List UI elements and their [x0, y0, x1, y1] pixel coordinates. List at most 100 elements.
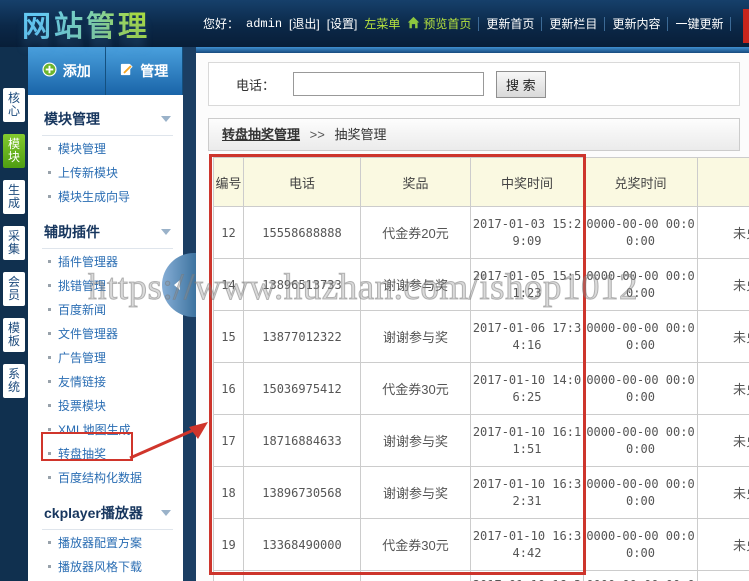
- cell-prize: 谢谢参与奖: [360, 258, 471, 311]
- table-header-row: 编号 电话 奖品 中奖时间 兑奖时间: [213, 157, 749, 207]
- sidebar-item[interactable]: 播放器风格下载: [28, 554, 183, 578]
- sidebar-item[interactable]: 播放器配置方案: [28, 530, 183, 554]
- breadcrumb: 转盘抽奖管理 >> 抽奖管理: [208, 118, 740, 151]
- vertical-tab[interactable]: 系统: [3, 364, 25, 398]
- sidebar-item[interactable]: 上传新模块: [28, 160, 183, 184]
- cell-status: 未兑奖: [697, 466, 749, 519]
- bullet-icon: [48, 259, 51, 263]
- phone-search-input[interactable]: [293, 72, 485, 96]
- admin-screen: 网站管理 您好： admin [退出] [设置] 左菜单 预览首页 更新首页 更…: [0, 0, 749, 581]
- search-button[interactable]: 搜 索: [496, 70, 546, 98]
- sidebar-item[interactable]: 百度结构化数据: [28, 465, 183, 489]
- one-click-update-link[interactable]: 一键更新: [675, 15, 723, 32]
- sidebar-item[interactable]: 模块管理: [28, 136, 183, 160]
- cell-phone: 13877012322: [243, 310, 361, 363]
- column-header: 兑奖时间: [583, 157, 698, 207]
- cell-win: 2017-01-10 16:11:51: [470, 414, 584, 467]
- cell-status: 未兑奖: [697, 310, 749, 363]
- lottery-table: 编号 电话 奖品 中奖时间 兑奖时间 12 15558688888 代金券20元 2017-0…: [213, 157, 749, 581]
- column-header: [697, 157, 749, 207]
- sidebar-item[interactable]: XML地图生成: [28, 417, 183, 441]
- arrow-left-icon: [174, 280, 180, 290]
- update-column-link[interactable]: 更新栏目: [549, 15, 597, 32]
- top-navigation: 您好： admin [退出] [设置] 左菜单 预览首页 更新首页 更新栏目 更…: [203, 0, 732, 47]
- vertical-tab[interactable]: 会员: [3, 272, 25, 306]
- sidebar-item[interactable]: 转盘抽奖: [28, 441, 183, 465]
- search-panel: 电话： 搜 索: [208, 62, 740, 106]
- cell-prize: [360, 570, 471, 581]
- table-row: 16 15036975412 代金券30元 2017-01-10 14:06:25 00…: [213, 362, 749, 415]
- cell-id: 16: [213, 362, 244, 415]
- cell-win: 2017-01-03 15:29:09: [470, 206, 584, 259]
- sidebar-item[interactable]: 广告管理: [28, 345, 183, 369]
- sidebar-item[interactable]: 文件管理器: [28, 321, 183, 345]
- plus-icon: [42, 62, 57, 80]
- cell-win: 2017-01-10 16:3: [470, 570, 584, 581]
- cell-redeem: 0000-00-00 00:00:00: [583, 206, 698, 259]
- vertical-tab-strip: 核心模块生成采集会员模板系统: [0, 47, 28, 581]
- sidebar-section-title[interactable]: ckplayer播放器: [42, 497, 173, 530]
- logout-link[interactable]: [退出]: [289, 15, 320, 32]
- topbar: 网站管理 您好： admin [退出] [设置] 左菜单 预览首页 更新首页 更…: [0, 0, 749, 47]
- cell-status: 未兑奖: [697, 362, 749, 415]
- breadcrumb-parent[interactable]: 转盘抽奖管理: [222, 127, 300, 142]
- cell-id: 17: [213, 414, 244, 467]
- cell-phone: 13896730568: [243, 466, 361, 519]
- sidebar-section-title[interactable]: 辅助插件: [42, 216, 173, 249]
- table-row: 18 13896730568 谢谢参与奖 2017-01-10 16:32:31 000…: [213, 466, 749, 519]
- cell-phone: 15558688888: [243, 206, 361, 259]
- bullet-icon: [48, 331, 51, 335]
- table-row: 14 13896513733 谢谢参与奖 2017-01-05 15:51:23 000…: [213, 258, 749, 311]
- update-content-link[interactable]: 更新内容: [612, 15, 660, 32]
- update-home-link[interactable]: 更新首页: [486, 15, 534, 32]
- bullet-icon: [48, 194, 51, 198]
- bullet-icon: [48, 379, 51, 383]
- phone-search-label: 电话：: [236, 77, 276, 93]
- vertical-tab[interactable]: 模块: [3, 134, 25, 168]
- cell-status: 未兑奖: [697, 518, 749, 571]
- bullet-icon: [48, 540, 51, 544]
- cell-prize: 代金券30元: [360, 518, 471, 571]
- pencil-icon: [119, 62, 134, 80]
- vertical-tab[interactable]: 生成: [3, 180, 25, 214]
- cell-id: 14: [213, 258, 244, 311]
- vertical-tab[interactable]: 模板: [3, 318, 25, 352]
- breadcrumb-separator: >>: [309, 127, 325, 142]
- nav-divider: [478, 16, 480, 31]
- home-icon: [407, 16, 420, 32]
- vertical-tab[interactable]: 核心: [3, 88, 25, 122]
- bullet-icon: [48, 355, 51, 359]
- cell-phone: 18716884633: [243, 414, 361, 467]
- sidebar-item[interactable]: 百度新闻: [28, 297, 183, 321]
- cell-phone: 13896513733: [243, 258, 361, 311]
- cell-win: 2017-01-10 16:34:42: [470, 518, 584, 571]
- bullet-icon: [48, 307, 51, 311]
- vertical-tab[interactable]: 采集: [3, 226, 25, 260]
- nav-divider: [604, 16, 606, 31]
- sidebar-section-title[interactable]: 模块管理: [42, 103, 173, 136]
- sidebar-item[interactable]: 挑错管理: [28, 273, 183, 297]
- cell-win: 2017-01-10 14:06:25: [470, 362, 584, 415]
- bullet-icon: [48, 564, 51, 568]
- tab-add[interactable]: 添加: [28, 47, 106, 95]
- column-header: 电话: [243, 157, 361, 207]
- sidebar-item[interactable]: 友情链接: [28, 369, 183, 393]
- sidebar-item[interactable]: 模块生成向导: [28, 184, 183, 208]
- preview-home-group[interactable]: 预览首页: [407, 15, 471, 32]
- main-content: 电话： 搜 索 转盘抽奖管理 >> 抽奖管理 编号 电话 奖品 中奖时间 兑奖时间 12…: [196, 47, 749, 581]
- table-row: 15 13877012322 谢谢参与奖 2017-01-06 17:34:16 000…: [213, 310, 749, 363]
- cell-prize: 代金券30元: [360, 362, 471, 415]
- settings-link[interactable]: [设置]: [327, 15, 358, 32]
- caret-down-icon: [161, 510, 171, 516]
- sidebar-item[interactable]: 插件管理器: [28, 249, 183, 273]
- tab-manage[interactable]: 管理: [106, 47, 183, 95]
- bullet-icon: [48, 170, 51, 174]
- content-top-strip: [196, 47, 749, 53]
- sidebar-item[interactable]: 投票模块: [28, 393, 183, 417]
- preview-home-link[interactable]: 预览首页: [423, 15, 471, 32]
- left-menu-link[interactable]: 左菜单: [364, 15, 400, 32]
- cell-status: 未兑奖: [697, 206, 749, 259]
- cell-redeem: 0000-00-00 00:0: [583, 570, 698, 581]
- corner-red-badge[interactable]: [743, 9, 749, 43]
- table-row: 12 15558688888 代金券20元 2017-01-03 15:29:09 00…: [213, 206, 749, 259]
